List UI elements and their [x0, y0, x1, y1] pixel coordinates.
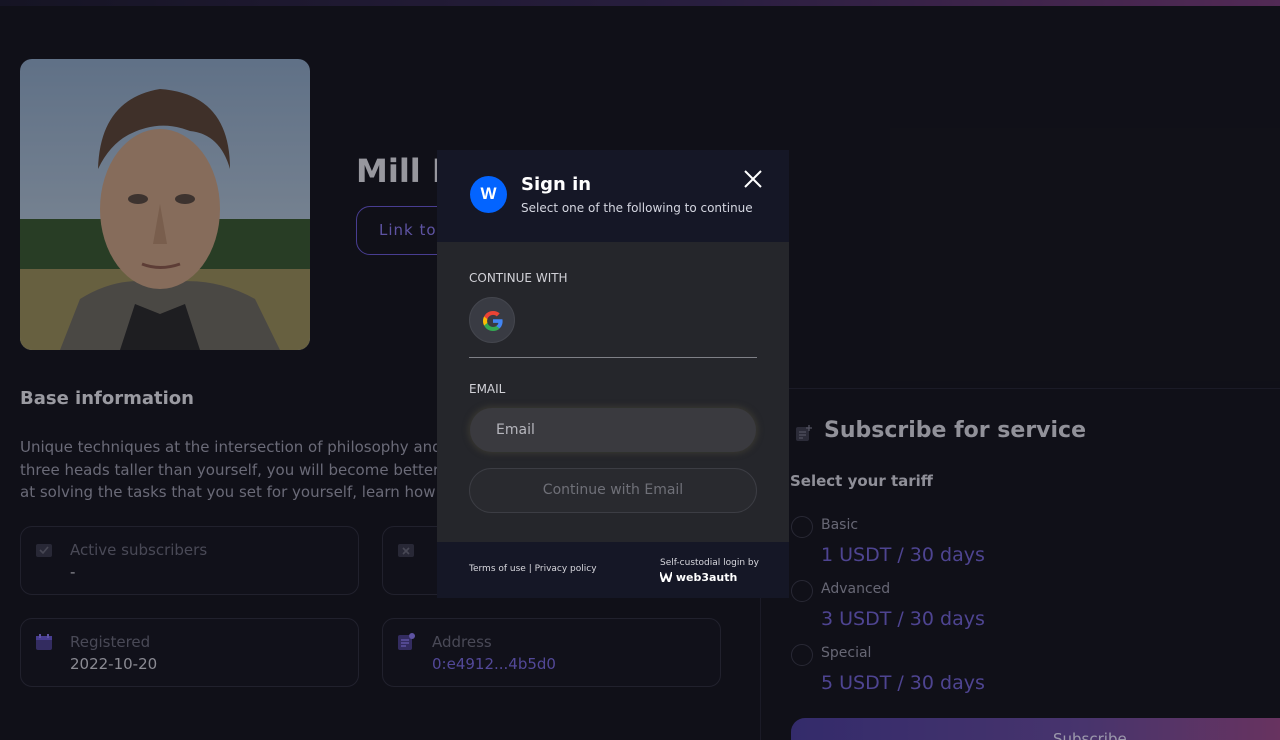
- tariff-name: Advanced: [821, 581, 891, 597]
- select-tariff-label: Select your tariff: [790, 472, 933, 490]
- document-icon: [796, 425, 812, 441]
- base-information-description: Unique techniques at the intersection of…: [20, 438, 446, 501]
- divider: [469, 357, 757, 358]
- calendar-icon: [36, 634, 52, 650]
- google-login-button[interactable]: [469, 297, 515, 343]
- address-icon: [398, 633, 415, 650]
- tariff-price: 5 USDT / 30 days: [821, 672, 985, 694]
- logo-letter: W: [480, 184, 497, 203]
- profile-avatar: [20, 59, 310, 350]
- stat-value: -: [70, 563, 76, 581]
- tariff-price: 1 USDT / 30 days: [821, 544, 985, 566]
- modal-title: Sign in: [521, 174, 592, 195]
- modal-footer: Terms of use | Privacy policy Self-custo…: [437, 542, 789, 598]
- tariff-radio-basic[interactable]: [791, 516, 813, 538]
- address-value[interactable]: 0:e4912...4b5d0: [432, 655, 556, 673]
- registered-card: Registered 2022-10-20: [20, 618, 359, 687]
- top-gradient-bar: [0, 0, 1280, 6]
- tariff-name: Basic: [821, 517, 859, 533]
- stat-label: Registered: [70, 633, 151, 651]
- modal-subtitle: Select one of the following to continue: [521, 201, 753, 215]
- subscribers-icon: [36, 544, 52, 557]
- google-icon: [483, 311, 503, 331]
- tariff-price: 3 USDT / 30 days: [821, 608, 985, 630]
- terms-links: Terms of use | Privacy policy: [469, 564, 597, 574]
- terms-of-use-link[interactable]: Terms of use: [469, 564, 526, 574]
- continue-with-email-button[interactable]: Continue with Email: [469, 468, 757, 513]
- email-label: EMAIL: [469, 382, 506, 396]
- subscribe-button[interactable]: Subscribe: [791, 718, 1280, 740]
- close-icon[interactable]: [742, 168, 764, 190]
- stat-label: Active subscribers: [70, 541, 208, 559]
- tariff-radio-special[interactable]: [791, 644, 813, 666]
- web3auth-logo-icon: W: [470, 176, 507, 213]
- sign-in-modal: W Sign in Select one of the following to…: [437, 150, 789, 598]
- card-icon: [398, 544, 414, 557]
- web3auth-brand: web3auth: [659, 571, 738, 585]
- email-input[interactable]: [470, 408, 756, 452]
- base-information-title: Base information: [20, 388, 194, 409]
- web3auth-mark-icon: [659, 571, 673, 585]
- tariff-name: Special: [821, 645, 872, 661]
- tariff-radio-advanced[interactable]: [791, 580, 813, 602]
- self-custodial-label: Self-custodial login by: [660, 558, 759, 568]
- active-subscribers-card: Active subscribers -: [20, 526, 359, 595]
- modal-header: W Sign in Select one of the following to…: [437, 150, 789, 242]
- subscribe-title: Subscribe for service: [824, 418, 1087, 443]
- privacy-policy-link[interactable]: Privacy policy: [535, 564, 597, 574]
- address-card: Address 0:e4912...4b5d0: [382, 618, 721, 687]
- brand-name: web3auth: [675, 571, 738, 584]
- stat-label: Address: [432, 633, 492, 651]
- stat-value: 2022-10-20: [70, 655, 158, 673]
- continue-with-label: CONTINUE WITH: [469, 271, 568, 285]
